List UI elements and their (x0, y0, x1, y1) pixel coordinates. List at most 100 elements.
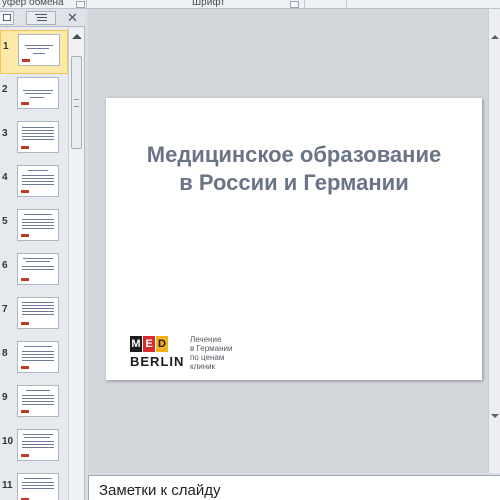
thumbnail-logo (21, 410, 29, 413)
logo-letter-m: M (130, 336, 142, 352)
slide-thumbnail-image (17, 253, 59, 285)
ribbon: уфер обмена Шрифт (0, 0, 500, 9)
thumbnail-text-line (22, 441, 54, 442)
font-launcher-icon[interactable] (290, 1, 299, 8)
thumbnail-text-line (26, 390, 50, 391)
thumbnail-text-line (22, 485, 54, 486)
slide-thumbnail-list: 1 2 3 4 5 6 7 8 9 10 11 (0, 28, 68, 500)
tab-outline[interactable] (26, 11, 56, 25)
thumbnails-scrollbar[interactable] (68, 28, 84, 500)
thumbnail-text-line (22, 401, 54, 402)
slide-thumbnail-5[interactable]: 5 (0, 206, 68, 250)
logo-letter-d: D (156, 336, 168, 352)
clipboard-launcher-icon[interactable] (76, 1, 85, 8)
notes-pane[interactable]: Заметки к слайду (88, 475, 500, 500)
slides-tab-icon (2, 14, 11, 21)
slide-thumbnail-image (17, 209, 59, 241)
thumbnail-text-line (22, 302, 54, 303)
slide-thumbnail-8[interactable]: 8 (0, 338, 68, 382)
thumbnail-text-line (22, 181, 54, 182)
thumbnail-text-line (22, 225, 54, 226)
logo-letter-e: E (143, 336, 155, 352)
logo-tagline: Лечение в Германии по ценам клиник (190, 335, 270, 371)
thumbnail-text-line (22, 398, 54, 399)
scroll-up-icon[interactable] (72, 34, 82, 39)
slide-number: 8 (2, 348, 8, 359)
slide-thumbnail-4[interactable]: 4 (0, 162, 68, 206)
slide-thumbnail-image (17, 341, 59, 373)
thumbnail-text-line (22, 222, 54, 223)
slide-number: 6 (2, 260, 8, 271)
thumbnail-text-line (23, 434, 53, 435)
thumbnail-text-line (22, 395, 54, 396)
notes-placeholder: Заметки к слайду (99, 482, 221, 499)
thumbnail-text-line (33, 53, 45, 54)
slides-panel: ✕ 1 2 3 4 5 6 7 8 9 10 11 (0, 9, 85, 500)
thumbnail-logo (21, 190, 29, 193)
thumbnail-text-line (23, 258, 53, 259)
thumbnail-text-line (24, 346, 52, 347)
slide-thumbnail-1[interactable]: 1 (0, 30, 68, 74)
thumbnail-text-line (22, 228, 54, 229)
thumbnail-text-line (24, 478, 52, 479)
scroll-down-icon[interactable] (491, 414, 499, 418)
slide-thumbnail-image (17, 165, 59, 197)
ribbon-group-font-label: Шрифт (192, 0, 225, 8)
tagline-line: по ценам (190, 353, 225, 362)
thumbnail-text-line (26, 261, 50, 262)
slide-thumbnail-image (17, 77, 59, 109)
thumbnail-text-line (22, 130, 54, 131)
slide-title[interactable]: Медицинское образование в России и Герма… (106, 141, 482, 197)
slide-number: 7 (2, 304, 8, 315)
ribbon-group-clipboard-label: уфер обмена (2, 0, 64, 8)
editor-scrollbar[interactable] (488, 9, 500, 473)
thumbnail-text-line (30, 97, 44, 98)
thumbnail-text-line (22, 482, 54, 483)
scrollbar-thumb[interactable] (71, 56, 82, 149)
thumbnail-text-line (22, 314, 54, 315)
thumbnail-text-line (22, 308, 54, 309)
slide-number: 11 (2, 480, 13, 491)
thumbnail-text-line (25, 93, 51, 94)
thumbnail-text-line (22, 354, 54, 355)
ribbon-separator (304, 0, 305, 8)
thumbnail-text-line (22, 219, 54, 220)
slide-thumbnail-image (17, 121, 59, 153)
slide-thumbnail-3[interactable]: 3 (0, 118, 68, 162)
thumbnail-logo (21, 234, 29, 237)
slide-thumbnail-11[interactable]: 11 (0, 470, 68, 500)
slide-thumbnail-10[interactable]: 10 (0, 426, 68, 470)
slide-thumbnail-image (17, 429, 59, 461)
thumbnail-text-line (22, 184, 54, 185)
slide-thumbnail-image (18, 34, 60, 66)
slide-number: 4 (2, 172, 8, 183)
thumbnail-logo (21, 146, 29, 149)
close-panel-icon[interactable]: ✕ (67, 10, 78, 26)
slide-thumbnail-9[interactable]: 9 (0, 382, 68, 426)
thumbnail-text-line (22, 175, 54, 176)
slide-thumbnail-7[interactable]: 7 (0, 294, 68, 338)
slide-thumbnail-image (17, 473, 59, 500)
scroll-up-icon[interactable] (491, 35, 499, 39)
current-slide[interactable]: Медицинское образование в России и Герма… (106, 98, 482, 380)
tab-slides[interactable] (0, 11, 14, 25)
thumbnail-text-line (22, 357, 54, 358)
thumbnail-text-line (25, 45, 53, 46)
slide-number: 1 (3, 41, 9, 52)
slide-number: 5 (2, 216, 8, 227)
tagline-line: клиник (190, 362, 216, 371)
thumbnail-text-line (22, 127, 54, 128)
slide-thumbnail-6[interactable]: 6 (0, 250, 68, 294)
thumbnail-logo (21, 278, 29, 281)
slide-thumbnail-2[interactable]: 2 (0, 74, 68, 118)
slide-number: 9 (2, 392, 8, 403)
thumbnail-logo (22, 59, 30, 62)
thumbnail-text-line (28, 170, 48, 171)
panel-tabs: ✕ (0, 9, 85, 27)
slide-thumbnail-image (17, 385, 59, 417)
slide-title-line-1: Медицинское образование (146, 142, 442, 167)
thumbnail-text-line (22, 404, 54, 405)
slide-thumbnail-image (17, 297, 59, 329)
thumbnail-text-line (22, 447, 54, 448)
thumbnail-logo (21, 102, 29, 105)
